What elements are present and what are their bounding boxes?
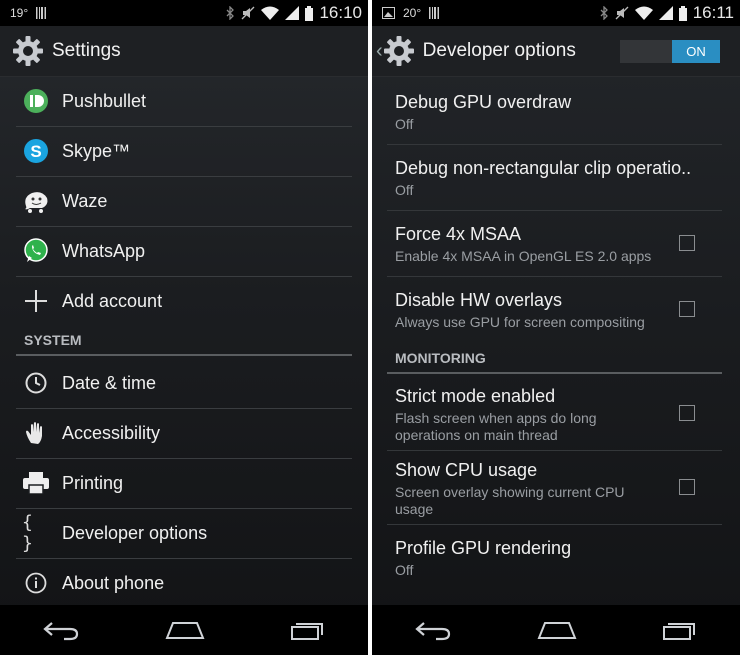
home-button-icon[interactable] — [165, 620, 205, 640]
setting-disable-hw-overlays[interactable]: Disable HW overlays Always use GPU for s… — [387, 276, 722, 342]
item-label: Developer options — [62, 522, 208, 543]
settings-item-date-time[interactable]: Date & time — [16, 358, 352, 409]
setting-title: Debug GPU overdraw — [395, 92, 572, 112]
settings-gear-icon[interactable] — [12, 35, 44, 67]
setting-summary: Off — [395, 562, 414, 578]
recent-apps-button-icon[interactable] — [290, 620, 326, 640]
setting-title: Force 4x MSAA — [395, 224, 522, 244]
signal-icon — [658, 6, 673, 20]
printer-icon — [22, 469, 50, 497]
action-bar: Settings — [0, 26, 368, 77]
toggle-on-label: ON — [672, 39, 720, 63]
setting-summary: Off — [395, 182, 414, 198]
setting-summary-line: Flash screen when apps do long — [395, 410, 597, 426]
item-label: Pushbullet — [62, 90, 147, 111]
disable-hw-overlays-checkbox[interactable] — [679, 301, 695, 317]
developer-options-screen: 20° 16:11 ‹ Developer options ON Debug G… — [372, 0, 740, 655]
info-icon — [22, 569, 50, 597]
setting-summary: Always use GPU for screen compositing — [395, 314, 645, 330]
item-label: Waze — [62, 190, 108, 211]
clock-text: 16:10 — [319, 3, 362, 22]
navigation-bar — [0, 605, 368, 655]
hand-icon — [22, 419, 50, 447]
settings-item-pushbullet[interactable]: Pushbullet — [16, 76, 352, 127]
pushbullet-icon — [22, 87, 50, 115]
back-button-icon[interactable] — [42, 619, 80, 641]
clock-icon — [22, 369, 50, 397]
action-bar: ‹ Developer options ON — [372, 26, 740, 77]
setting-summary-line: usage — [395, 501, 434, 517]
setting-debug-clip-operations[interactable]: Debug non-rectangular clip operatio.. Of… — [387, 144, 722, 211]
developer-options-toggle[interactable]: ON — [620, 39, 720, 63]
back-button-icon[interactable] — [414, 619, 452, 641]
waze-icon — [22, 187, 50, 215]
show-cpu-usage-checkbox[interactable] — [679, 479, 695, 495]
setting-title: Show CPU usage — [395, 460, 538, 480]
item-label: Printing — [62, 472, 124, 493]
page-title: Developer options — [422, 40, 576, 61]
braces-icon: { } — [22, 512, 33, 554]
settings-item-printing[interactable]: Printing — [16, 458, 352, 509]
barcode-icon — [36, 7, 47, 19]
clock-text: 16:11 — [692, 3, 734, 22]
status-bar: 20° 16:11 — [372, 0, 740, 26]
page-title: Settings — [52, 40, 121, 61]
setting-show-cpu-usage[interactable]: Show CPU usage Screen overlay showing cu… — [387, 450, 722, 525]
settings-screen: 19° 16:10 Settings Pushbullet S Skype™ W… — [0, 0, 368, 655]
settings-item-accessibility[interactable]: Accessibility — [16, 408, 352, 459]
bluetooth-icon — [599, 6, 609, 20]
item-label: Skype™ — [62, 140, 131, 161]
settings-item-whatsapp[interactable]: WhatsApp — [16, 226, 352, 277]
add-account-button[interactable]: Add account — [16, 276, 352, 326]
bluetooth-icon — [225, 6, 235, 20]
setting-force-4x-msaa[interactable]: Force 4x MSAA Enable 4x MSAA in OpenGL E… — [387, 210, 722, 277]
setting-title: Disable HW overlays — [395, 290, 563, 310]
item-label: Add account — [62, 290, 163, 311]
setting-summary: Enable 4x MSAA in OpenGL ES 2.0 apps — [395, 248, 652, 264]
setting-title: Profile GPU rendering — [395, 538, 572, 558]
wifi-icon — [261, 6, 280, 20]
settings-gear-icon[interactable] — [383, 35, 415, 67]
setting-summary: Off — [395, 116, 414, 132]
settings-item-about-phone[interactable]: About phone — [16, 558, 352, 608]
home-button-icon[interactable] — [537, 620, 577, 640]
image-notification-icon — [382, 7, 395, 19]
setting-title: Debug non-rectangular clip operatio.. — [395, 158, 692, 178]
item-label: WhatsApp — [62, 240, 146, 261]
setting-strict-mode[interactable]: Strict mode enabled Flash screen when ap… — [387, 376, 722, 451]
battery-icon — [305, 5, 314, 21]
force-4x-msaa-checkbox[interactable] — [679, 235, 695, 251]
mute-icon — [615, 6, 629, 20]
status-bar: 19° 16:10 — [0, 0, 368, 26]
battery-icon — [678, 5, 687, 21]
skype-icon: S — [22, 137, 50, 165]
item-label: About phone — [62, 572, 165, 593]
barcode-icon — [429, 7, 440, 19]
settings-item-waze[interactable]: Waze — [16, 176, 352, 227]
item-label: Accessibility — [62, 422, 161, 443]
setting-profile-gpu-rendering[interactable]: Profile GPU rendering Off — [387, 524, 722, 590]
back-chevron-icon[interactable]: ‹ — [376, 40, 383, 63]
setting-debug-gpu-overdraw[interactable]: Debug GPU overdraw Off — [387, 78, 722, 145]
section-header-system: SYSTEM — [16, 332, 352, 356]
plus-icon — [22, 287, 50, 315]
svg-text:S: S — [30, 142, 41, 161]
item-label: Date & time — [62, 372, 157, 393]
settings-item-skype[interactable]: S Skype™ — [16, 126, 352, 177]
settings-item-developer-options[interactable]: { } Developer options — [16, 508, 352, 559]
temperature-text: 20° — [403, 6, 422, 20]
recent-apps-button-icon[interactable] — [662, 620, 698, 640]
section-header-monitoring: MONITORING — [387, 350, 722, 374]
setting-title: Strict mode enabled — [395, 386, 556, 406]
wifi-icon — [634, 6, 653, 20]
temperature-text: 19° — [10, 6, 29, 20]
signal-icon — [285, 6, 300, 20]
mute-icon — [241, 6, 255, 20]
navigation-bar — [372, 605, 740, 655]
whatsapp-icon — [22, 237, 50, 265]
setting-summary-line: operations on main thread — [395, 427, 558, 443]
setting-summary-line: Screen overlay showing current CPU — [395, 484, 625, 500]
strict-mode-checkbox[interactable] — [679, 405, 695, 421]
